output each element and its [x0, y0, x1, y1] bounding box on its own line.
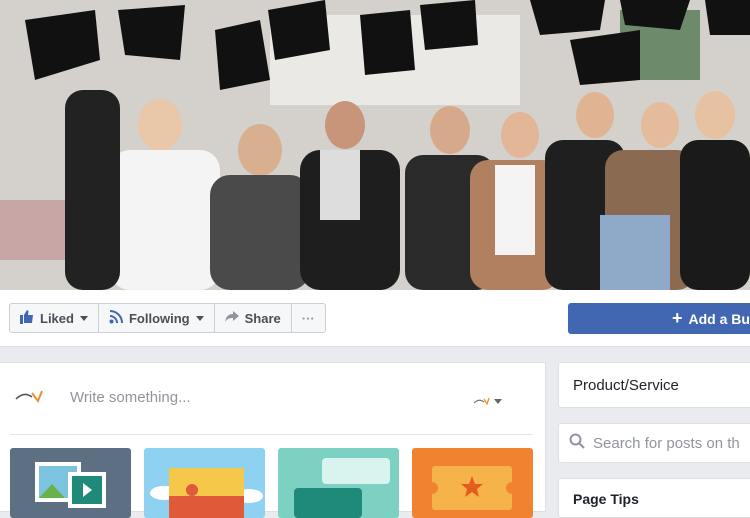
cover-photo[interactable]: [0, 0, 750, 290]
liked-button[interactable]: Liked: [10, 304, 99, 332]
search-posts-box[interactable]: Search for posts on th: [558, 423, 750, 463]
photo-video-tile[interactable]: [10, 448, 131, 518]
plus-icon: +: [672, 308, 683, 328]
liked-label: Liked: [40, 310, 74, 326]
page-tips-box: Page Tips: [558, 478, 750, 518]
event-tile[interactable]: [412, 448, 533, 518]
chat-tile[interactable]: [278, 448, 399, 518]
shop-icon: [150, 468, 263, 518]
page-tips-title: Page Tips: [573, 491, 639, 507]
page-category: Product/Service: [573, 377, 679, 394]
following-label: Following: [128, 310, 190, 326]
event-icon: [426, 466, 518, 510]
write-something-input[interactable]: Write something...: [70, 389, 191, 406]
cover-image: [0, 0, 750, 290]
page-buttons: Liked Following Share ···: [9, 303, 326, 333]
more-button[interactable]: ···: [292, 304, 325, 332]
share-label: Share: [244, 310, 281, 326]
search-icon: [569, 433, 585, 454]
shop-tile[interactable]: [144, 448, 265, 518]
add-button-label: Add a Bu: [688, 310, 750, 327]
following-button[interactable]: Following: [99, 304, 215, 332]
composer-divider: [10, 434, 533, 435]
post-composer: Write something...: [0, 362, 546, 518]
liked-caret-icon: [79, 315, 88, 321]
search-posts-input[interactable]: Search for posts on th: [593, 435, 740, 452]
photo-video-icon: [35, 462, 106, 508]
rss-icon: [109, 309, 123, 327]
chat-icon: [294, 458, 390, 518]
more-icon: ···: [301, 310, 315, 326]
audience-selector[interactable]: [473, 393, 508, 411]
share-arrow-icon: [224, 310, 239, 326]
page-avatar-icon: [14, 387, 48, 412]
share-button[interactable]: Share: [215, 304, 292, 332]
add-button[interactable]: + Add a Bu: [568, 303, 750, 334]
following-caret-icon: [195, 315, 204, 321]
thumbs-up-icon: [20, 309, 34, 327]
page-category-box: Product/Service: [558, 362, 750, 408]
